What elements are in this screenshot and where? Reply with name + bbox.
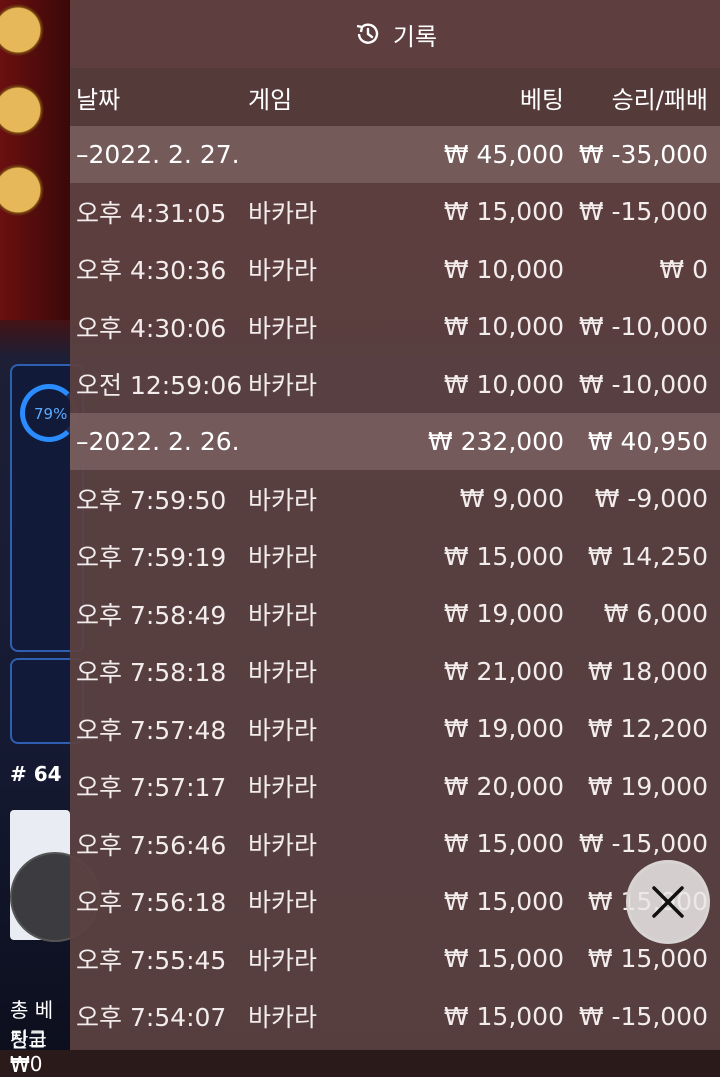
column-date: 날짜 <box>76 85 121 114</box>
row-game: 바카라 <box>248 715 318 745</box>
row-win: ₩ -10,000 <box>578 369 708 399</box>
row-bet: ₩ 15,000 <box>443 829 564 859</box>
row-game: 바카라 <box>248 945 318 975</box>
row-game: 바카라 <box>248 1003 318 1033</box>
modal-title: 기록 <box>392 22 438 51</box>
row-bet: ₩ 21,000 <box>443 656 564 686</box>
history-row[interactable]: 오후 7:56:18 바카라 ₩ 15,000 ₩ 15,000 <box>70 873 720 931</box>
group-win-total: ₩ 40,950 <box>587 427 708 456</box>
table-header: 날짜 게임 베팅 승리/패배 <box>70 68 720 126</box>
row-bet: ₩ 19,000 <box>443 599 564 629</box>
row-game: 바카라 <box>248 888 318 918</box>
progress-percent: 79% <box>34 405 68 423</box>
row-bet: ₩ 10,000 <box>443 312 564 342</box>
history-row[interactable]: 오후 7:54:07 바카라 ₩ 15,000 ₩ -15,000 <box>70 988 720 1046</box>
column-win-loss: 승리/패배 <box>611 85 708 114</box>
row-win: ₩ -10,000 <box>578 312 708 342</box>
column-bet: 베팅 <box>519 85 564 114</box>
history-row[interactable]: 오후 4:30:06 바카라 ₩ 10,000 ₩ -10,000 <box>70 298 720 356</box>
row-game: 바카라 <box>248 543 318 573</box>
date-group-header[interactable]: –2022. 2. 27. ₩ 45,000 ₩ -35,000 <box>70 126 720 183</box>
group-win-total: ₩ -35,000 <box>578 140 708 169</box>
row-time: 오후 7:59:19 <box>76 543 227 573</box>
row-win: ₩ 19,000 <box>587 771 708 801</box>
history-row[interactable]: 오후 7:57:48 바카라 ₩ 19,000 ₩ 12,200 <box>70 700 720 758</box>
group-date: –2022. 2. 26. <box>76 427 240 456</box>
date-group-header[interactable]: –2022. 2. 26. ₩ 232,000 ₩ 40,950 <box>70 413 720 470</box>
row-time: 오후 7:58:49 <box>76 600 227 630</box>
row-game: 바카라 <box>248 658 318 688</box>
row-bet: ₩ 10,000 <box>443 254 564 284</box>
history-row[interactable]: 오후 7:56:46 바카라 ₩ 15,000 ₩ -15,000 <box>70 815 720 873</box>
row-bet: ₩ 20,000 <box>443 771 564 801</box>
history-row[interactable]: 오후 7:57:17 바카라 ₩ 20,000 ₩ 19,000 <box>70 758 720 816</box>
history-modal: 기록 날짜 게임 베팅 승리/패배 –2022. 2. 27. ₩ 45,000… <box>70 0 720 1050</box>
row-bet: ₩ 19,000 <box>443 714 564 744</box>
history-row[interactable]: 오후 4:30:36 바카라 ₩ 10,000 ₩ 0 <box>70 241 720 299</box>
row-time: 오후 7:58:18 <box>76 658 227 688</box>
group-bet-total: ₩ 45,000 <box>443 140 564 169</box>
row-time: 오전 12:59:06 <box>76 371 243 401</box>
group-bet-total: ₩ 232,000 <box>427 427 564 456</box>
row-game: 바카라 <box>248 256 318 286</box>
row-bet: ₩ 15,000 <box>443 1001 564 1031</box>
history-row[interactable]: 오후 7:59:19 바카라 ₩ 15,000 ₩ 14,250 <box>70 528 720 586</box>
close-icon <box>652 886 684 918</box>
column-game: 게임 <box>248 85 293 114</box>
row-bet: ₩ 15,000 <box>443 886 564 916</box>
history-row[interactable]: 오전 12:59:06 바카라 ₩ 10,000 ₩ -10,000 <box>70 356 720 414</box>
row-time: 오후 7:55:45 <box>76 945 227 975</box>
row-win: ₩ 15,000 <box>587 944 708 974</box>
row-win: ₩ 18,000 <box>587 656 708 686</box>
row-time: 오후 7:54:07 <box>76 1003 227 1033</box>
row-win: ₩ 12,200 <box>587 714 708 744</box>
history-row[interactable]: 오후 7:58:49 바카라 ₩ 19,000 ₩ 6,000 <box>70 585 720 643</box>
row-time: 오후 7:56:46 <box>76 830 227 860</box>
row-win: ₩ -9,000 <box>594 484 708 514</box>
row-bet: ₩ 15,000 <box>443 541 564 571</box>
row-win: ₩ -15,000 <box>578 197 708 227</box>
row-bet: ₩ 15,000 <box>443 944 564 974</box>
row-win: ₩ 14,250 <box>587 541 708 571</box>
group-date: –2022. 2. 27. <box>76 140 240 169</box>
history-row[interactable]: 오후 7:59:50 바카라 ₩ 9,000 ₩ -9,000 <box>70 470 720 528</box>
round-number: # 64 <box>10 762 62 786</box>
row-game: 바카라 <box>248 773 318 803</box>
row-time: 오후 7:57:17 <box>76 773 227 803</box>
row-time: 오후 4:30:06 <box>76 313 227 343</box>
row-time: 오후 7:56:18 <box>76 888 227 918</box>
history-row[interactable]: 오후 7:55:45 바카라 ₩ 15,000 ₩ 15,000 <box>70 930 720 988</box>
row-game: 바카라 <box>248 371 318 401</box>
row-bet: ₩ 15,000 <box>443 197 564 227</box>
modal-header: 기록 <box>70 0 720 68</box>
row-time: 오후 7:57:48 <box>76 715 227 745</box>
history-clock-icon <box>356 23 379 44</box>
row-bet: ₩ 10,000 <box>443 369 564 399</box>
history-row[interactable]: 오후 4:31:05 바카라 ₩ 15,000 ₩ -15,000 <box>70 183 720 241</box>
game-side-panel: 79% # 64 총 베팅금 ₩0 잔고 ₩ <box>0 0 100 1077</box>
row-game: 바카라 <box>248 313 318 343</box>
casino-decor <box>0 0 70 320</box>
close-button[interactable] <box>626 860 710 944</box>
balance-label: 잔고 ₩ <box>10 1028 47 1077</box>
row-game: 바카라 <box>248 198 318 228</box>
row-game: 바카라 <box>248 485 318 515</box>
row-game: 바카라 <box>248 830 318 860</box>
row-win: ₩ -15,000 <box>578 829 708 859</box>
history-row[interactable]: 오후 7:58:18 바카라 ₩ 21,000 ₩ 18,000 <box>70 643 720 701</box>
row-win: ₩ 6,000 <box>603 599 708 629</box>
row-bet: ₩ 9,000 <box>459 484 564 514</box>
row-win: ₩ -15,000 <box>578 1001 708 1031</box>
row-game: 바카라 <box>248 600 318 630</box>
row-time: 오후 4:30:36 <box>76 256 227 286</box>
row-win: ₩ 0 <box>659 254 708 284</box>
row-time: 오후 4:31:05 <box>76 198 227 228</box>
row-time: 오후 7:59:50 <box>76 485 227 515</box>
